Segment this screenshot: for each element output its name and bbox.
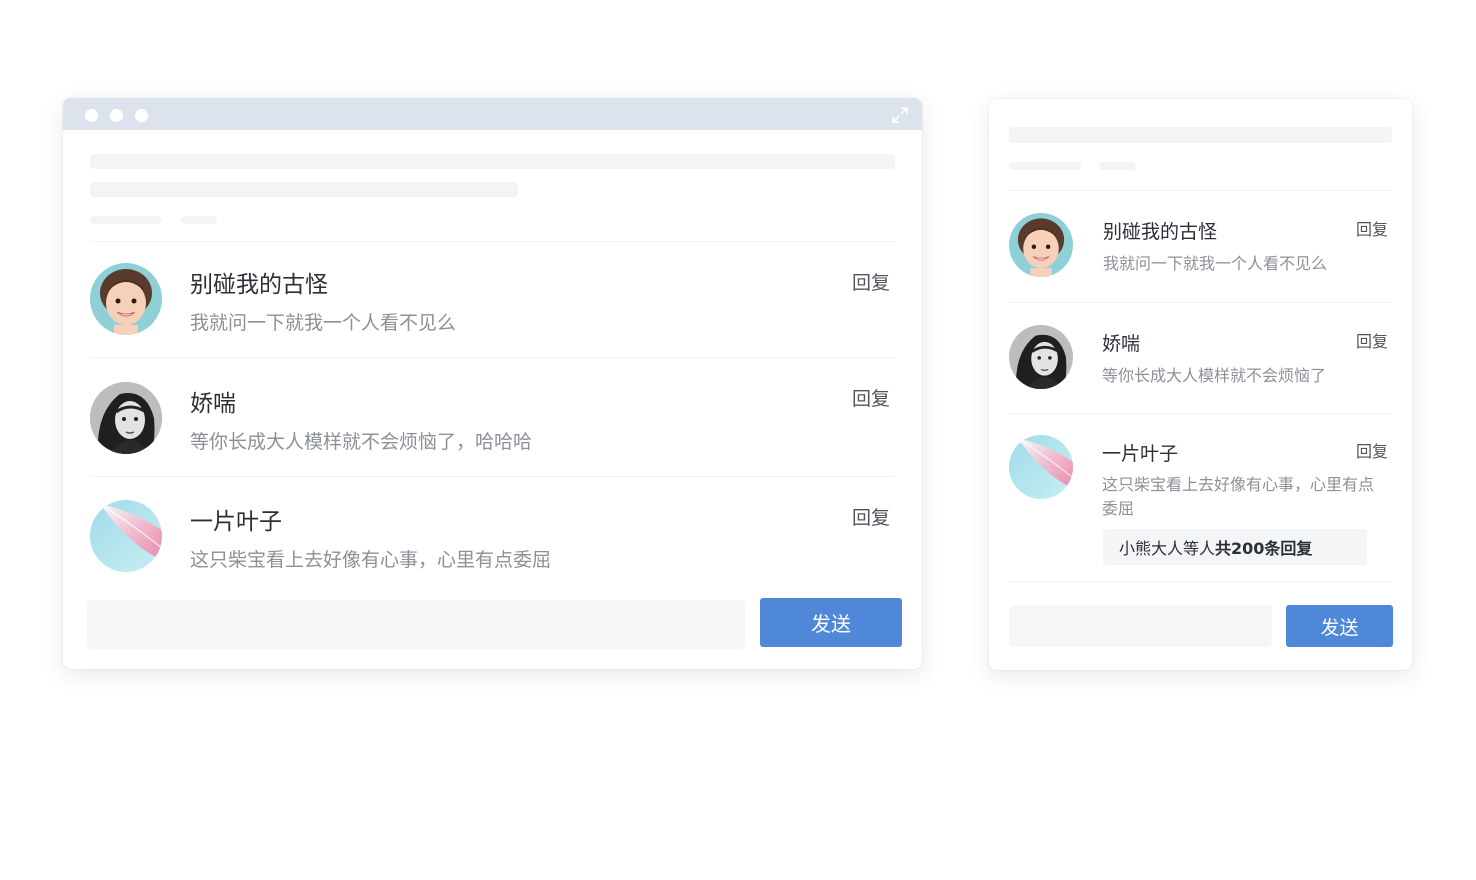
girl-portrait-icon <box>90 263 162 335</box>
skeleton-meta <box>1009 162 1081 170</box>
comment-author: 别碰我的古怪 <box>190 272 328 298</box>
send-button[interactable]: 发送 <box>760 598 902 647</box>
comment-text: 这只柴宝看上去好像有心事，心里有点委屈 <box>1102 475 1375 518</box>
send-button[interactable]: 发送 <box>1286 605 1393 647</box>
divider <box>90 241 895 242</box>
reply-link[interactable]: 回复 <box>852 268 890 295</box>
comment-author: 一片叶子 <box>190 509 282 535</box>
skeleton-line <box>1009 127 1392 143</box>
sub-replies-users: 小熊大人等人 <box>1119 539 1216 558</box>
reply-link[interactable]: 回复 <box>1356 328 1388 352</box>
divider <box>1009 581 1392 582</box>
skeleton-meta <box>1099 162 1136 170</box>
pink-feather-icon <box>1009 435 1073 499</box>
skeleton-meta <box>181 216 217 224</box>
comment-text: 我就问一下就我一个人看不见么 <box>1103 254 1328 273</box>
skeleton-meta <box>90 216 162 224</box>
reply-link[interactable]: 回复 <box>1356 216 1388 240</box>
desktop-comment-window: 别碰我的古怪 我就问一下就我一个人看不见么 回复 娇喘 等你长成大人模样就不会烦… <box>63 98 922 669</box>
avatar <box>90 500 162 572</box>
divider <box>90 476 895 477</box>
comment-author: 一片叶子 <box>1102 443 1179 465</box>
skeleton-line <box>90 182 518 197</box>
divider <box>1009 413 1392 414</box>
avatar <box>1009 213 1073 277</box>
comment-input[interactable] <box>87 600 745 649</box>
reply-link[interactable]: 回复 <box>852 384 890 411</box>
divider <box>1009 190 1392 191</box>
avatar <box>90 263 162 335</box>
comment-input[interactable] <box>1009 605 1272 647</box>
comment-text: 等你长成大人模样就不会烦恼了，哈哈哈 <box>190 431 533 453</box>
expand-icon[interactable] <box>890 105 910 125</box>
comment-text: 等你长成大人模样就不会烦恼了 <box>1102 366 1327 385</box>
bw-woman-portrait-icon <box>90 382 162 454</box>
divider <box>1009 302 1392 303</box>
girl-portrait-icon <box>1009 213 1073 277</box>
comment-text: 我就问一下就我一个人看不见么 <box>190 312 457 334</box>
window-dot <box>135 109 148 122</box>
comment-author: 娇喘 <box>1102 333 1141 355</box>
comment-text: 这只柴宝看上去好像有心事，心里有点委屈 <box>190 549 552 571</box>
avatar <box>1009 435 1073 499</box>
sub-replies-count: 共200条回复 <box>1215 539 1313 558</box>
mobile-comment-card: 别碰我的古怪 我就问一下就我一个人看不见么 回复 娇喘 等你长成大人模样就不会烦… <box>989 99 1412 670</box>
window-title-bar <box>63 98 922 130</box>
pink-feather-icon <box>90 500 162 572</box>
window-dot <box>110 109 123 122</box>
window-dot <box>85 109 98 122</box>
divider <box>90 357 895 358</box>
sub-replies-summary[interactable]: 小熊大人等人 共200条回复 <box>1103 529 1367 565</box>
comment-author: 别碰我的古怪 <box>1103 221 1218 243</box>
bw-woman-portrait-icon <box>1009 325 1073 389</box>
avatar <box>1009 325 1073 389</box>
skeleton-line <box>90 154 895 169</box>
avatar <box>90 382 162 454</box>
reply-link[interactable]: 回复 <box>852 503 890 530</box>
comment-author: 娇喘 <box>190 391 236 417</box>
reply-link[interactable]: 回复 <box>1356 438 1388 462</box>
